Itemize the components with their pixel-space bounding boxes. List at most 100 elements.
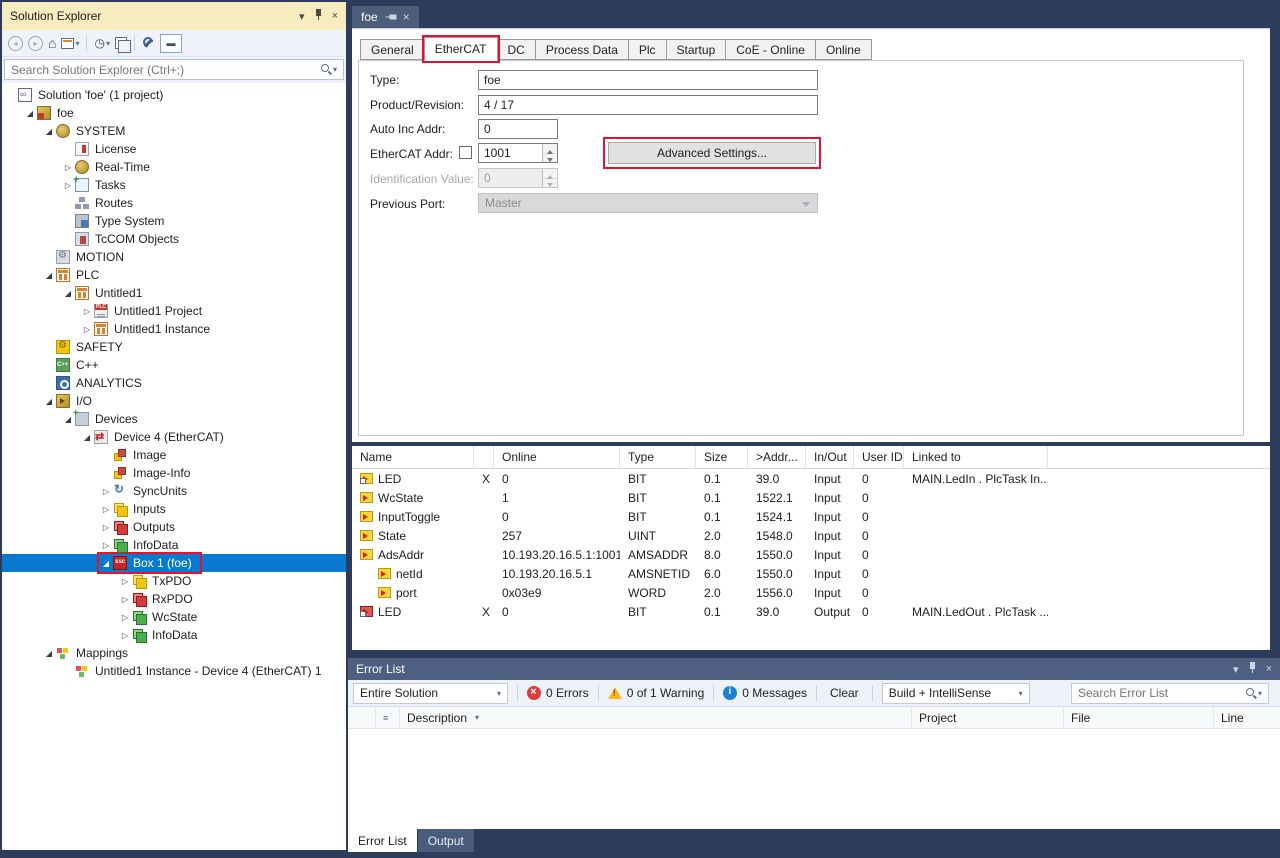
tree-item-type-system[interactable]: Type System [2,212,346,230]
search-box[interactable]: ▾ [4,59,344,80]
grid-column-header-Name[interactable]: Name [352,446,474,468]
grid-column-header-User ID[interactable]: User ID [854,446,904,468]
file-column-header[interactable]: File [1064,707,1214,728]
tree-item-devices[interactable]: ◢Devices [2,410,346,428]
tree-item-untitled1-project[interactable]: ▷Untitled1 Project [2,302,346,320]
window-position-icon[interactable]: ▾ [299,10,305,23]
tree-item-plc[interactable]: ◢PLC [2,266,346,284]
tree-item-cpp[interactable]: C++ [2,356,346,374]
properties-button[interactable] [142,37,155,50]
bottom-tab-output[interactable]: Output [418,829,474,852]
grid-row-state[interactable]: State257UINT2.01548.0Input0 [352,526,1270,545]
collapsed-arrow-icon[interactable]: ▷ [118,595,132,604]
ethercat-addr-checkbox[interactable] [459,146,472,159]
tab-dc[interactable]: DC [497,39,536,60]
tree-item-foe[interactable]: ◢foe [2,104,346,122]
collapsed-arrow-icon[interactable]: ▷ [61,163,75,172]
collapsed-arrow-icon[interactable]: ▷ [99,541,113,550]
tree-item-tasks[interactable]: ▷Tasks [2,176,346,194]
description-column-header[interactable]: Description ▾ [400,707,912,728]
tab-plc[interactable]: Plc [628,39,667,60]
auto-inc-addr-field[interactable] [478,119,558,139]
grid-row-port[interactable]: port0x03e9WORD2.01556.0Input0 [352,583,1270,602]
product-revision-field[interactable] [478,95,818,115]
pin-icon[interactable] [314,9,323,24]
tree-item-device-4-ethercat[interactable]: ◢Device 4 (EtherCAT) [2,428,346,446]
tree-item-mappings[interactable]: ◢Mappings [2,644,346,662]
pending-changes-button[interactable]: ◷▾ [94,37,110,49]
grid-row-wcstate[interactable]: WcState1BIT0.11522.1Input0 [352,488,1270,507]
tree-item-tccom-objects[interactable]: TcCOM Objects [2,230,346,248]
scope-filter-dropdown[interactable]: Entire Solution ▾ [353,683,508,704]
errors-filter-button[interactable]: 0 Errors [527,686,589,700]
tree-item-wcstate[interactable]: ▷WcState [2,608,346,626]
spin-up-icon[interactable] [543,144,557,154]
collapsed-arrow-icon[interactable]: ▷ [118,577,132,586]
collapsed-arrow-icon[interactable]: ▷ [99,523,113,532]
build-filter-dropdown[interactable]: Build + IntelliSense ▾ [882,683,1030,704]
collapsed-arrow-icon[interactable]: ▷ [80,307,94,316]
tree-item-motion[interactable]: MOTION [2,248,346,266]
tree-item-solution[interactable]: Solution 'foe' (1 project) [2,86,346,104]
tab-general[interactable]: General [360,39,425,60]
grid-row-led[interactable]: LEDX0BIT0.139.0Input0MAIN.LedIn . PlcTas… [352,469,1270,488]
tree-item-syncunits[interactable]: ▷SyncUnits [2,482,346,500]
close-icon[interactable]: × [1266,663,1272,675]
expanded-arrow-icon[interactable]: ◢ [99,559,113,568]
close-icon[interactable]: × [403,11,410,23]
collapse-all-button[interactable] [115,37,127,49]
project-column-header[interactable]: Project [912,707,1064,728]
grid-column-header->Addr...[interactable]: >Addr... [748,446,806,468]
tab-process-data[interactable]: Process Data [535,39,629,60]
grid-row-netid[interactable]: netId10.193.20.16.5.1AMSNETID6.01550.0In… [352,564,1270,583]
document-tab-foe[interactable]: foe × [352,6,419,28]
grid-column-header-Online[interactable]: Online [494,446,620,468]
tree-item-image[interactable]: Image [2,446,346,464]
close-icon[interactable]: × [332,10,338,22]
expanded-arrow-icon[interactable]: ◢ [61,289,75,298]
grid-column-header-flag[interactable] [474,446,494,468]
advanced-settings-button[interactable]: Advanced Settings... [608,142,816,164]
tree-item-license[interactable]: License [2,140,346,158]
collapsed-arrow-icon[interactable]: ▷ [80,325,94,334]
tree-item-real-time[interactable]: ▷Real-Time [2,158,346,176]
error-search-input[interactable] [1078,686,1245,700]
ethercat-addr-value[interactable] [479,144,541,162]
tree-item-infodata[interactable]: ▷InfoData [2,536,346,554]
tab-online[interactable]: Online [815,39,872,60]
expanded-arrow-icon[interactable]: ◢ [80,433,94,442]
grid-row-adsaddr[interactable]: AdsAddr10.193.20.16.5.1:1001AMSADDR8.015… [352,545,1270,564]
grid-column-header-Linked to[interactable]: Linked to [904,446,1048,468]
line-column-header[interactable]: Line [1214,707,1258,728]
spin-down-icon[interactable] [543,154,557,163]
grid-row-led[interactable]: LEDX0BIT0.139.0Output0MAIN.LedOut . PlcT… [352,602,1270,621]
tree-item-untitled1-instance[interactable]: ▷Untitled1 Instance [2,320,346,338]
tab-ethercat[interactable]: EtherCAT [424,37,498,61]
expanded-arrow-icon[interactable]: ◢ [42,397,56,406]
collapsed-arrow-icon[interactable]: ▷ [99,505,113,514]
expanded-arrow-icon[interactable]: ◢ [23,109,37,118]
pin-icon[interactable] [1248,662,1257,677]
messages-filter-button[interactable]: 0 Messages [723,686,807,700]
grid-column-header-Size[interactable]: Size [696,446,748,468]
window-position-icon[interactable]: ▾ [1233,663,1239,676]
tree-item-image-info[interactable]: Image-Info [2,464,346,482]
tree-item-routes[interactable]: Routes [2,194,346,212]
severity-column-header[interactable] [348,707,376,728]
tree-item-outputs[interactable]: ▷Outputs [2,518,346,536]
grid-column-header-Type[interactable]: Type [620,446,696,468]
warnings-filter-button[interactable]: 0 of 1 Warning [608,686,705,700]
tree-item-system[interactable]: ◢SYSTEM [2,122,346,140]
tree-item-analytics[interactable]: ANALYTICS [2,374,346,392]
tree-item-untitled1[interactable]: ◢Untitled1 [2,284,346,302]
clear-button[interactable]: Clear [826,686,863,700]
collapsed-arrow-icon[interactable]: ▷ [118,613,132,622]
tree-item-box-1-foe[interactable]: ◢Box 1 (foe) [2,554,346,572]
tree-item-txpdo[interactable]: ▷TxPDO [2,572,346,590]
bottom-tab-error-list[interactable]: Error List [348,829,417,852]
back-button[interactable]: ◂ [8,36,23,51]
grid-row-inputtoggle[interactable]: InputToggle0BIT0.11524.1Input0 [352,507,1270,526]
tab-coe-online[interactable]: CoE - Online [725,39,816,60]
pin-icon[interactable] [384,13,396,22]
tree-item-infodata2[interactable]: ▷InfoData [2,626,346,644]
